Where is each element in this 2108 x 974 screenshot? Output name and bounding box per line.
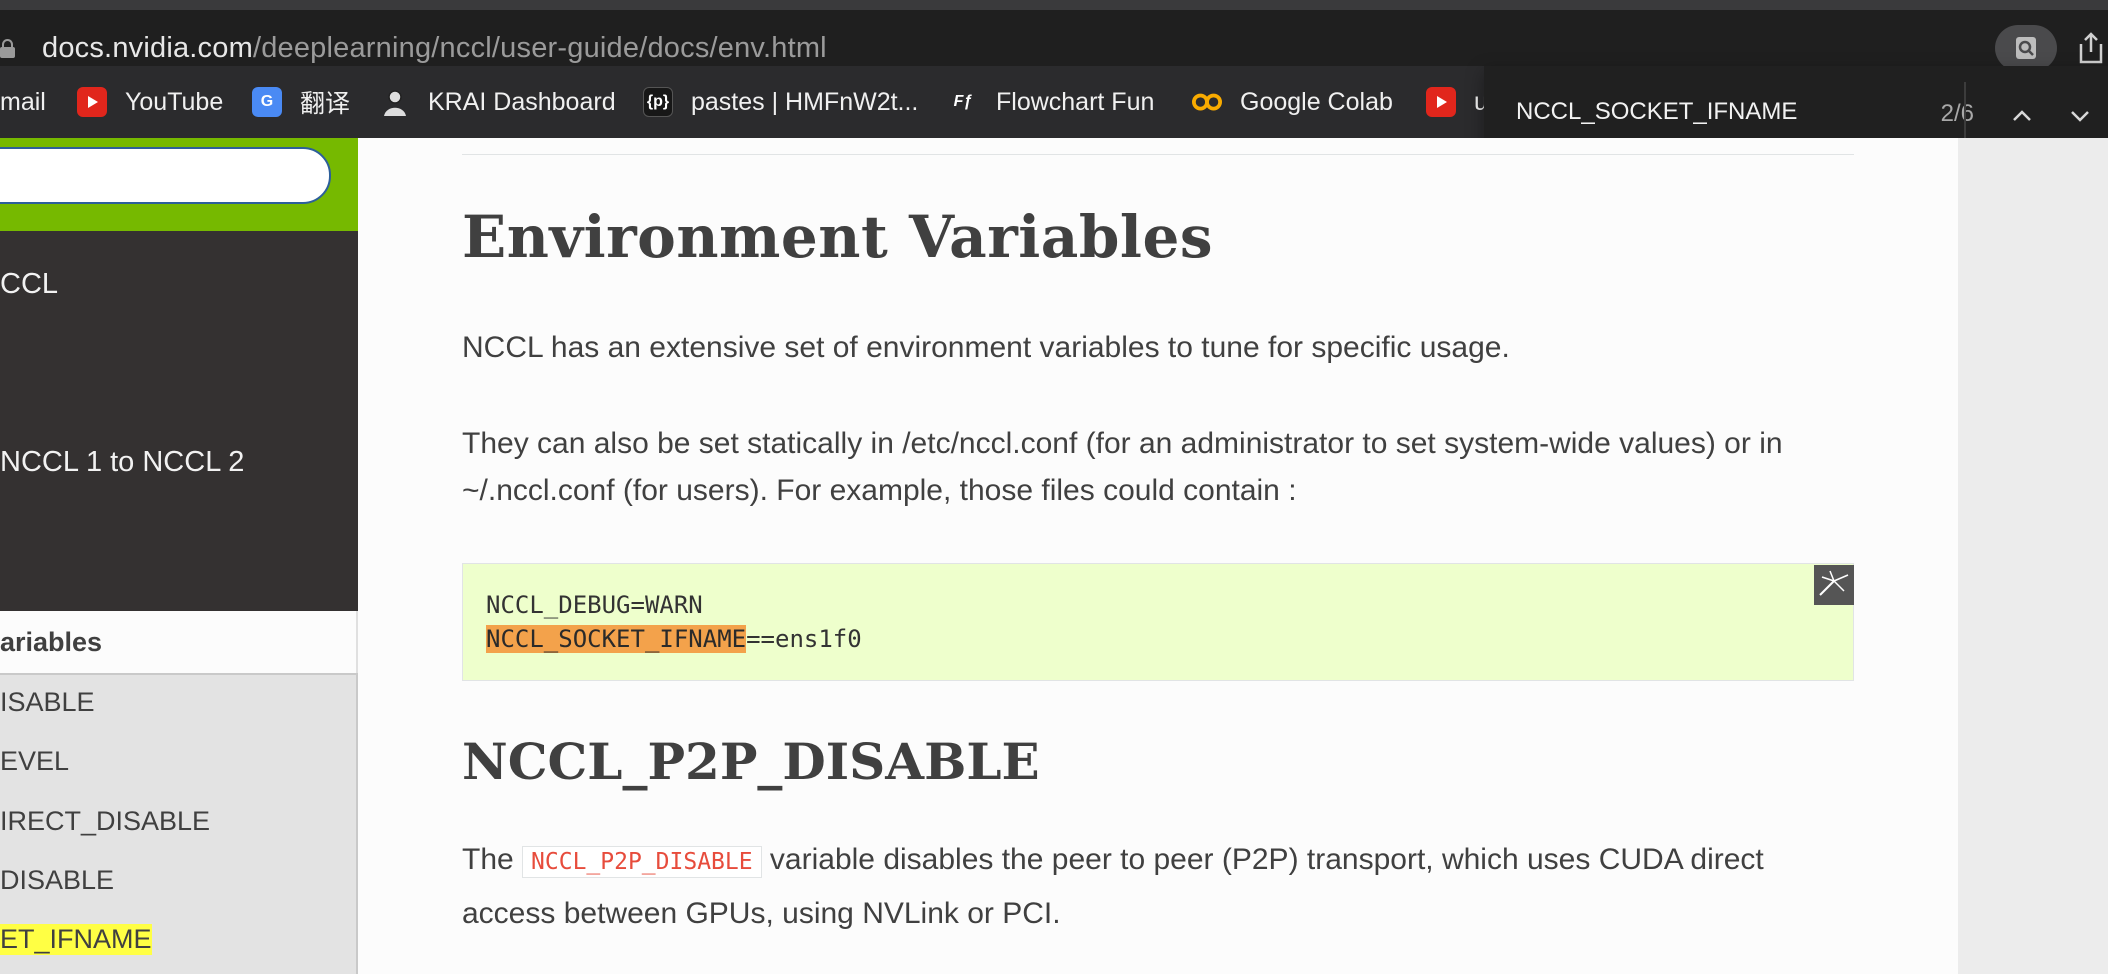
section-text-before: The (462, 843, 523, 876)
sidebar-subitem[interactable]: EVEL (0, 746, 69, 777)
sidebar-subitem[interactable]: IRECT_DISABLE (0, 806, 210, 837)
bookmark-flowchart-fun[interactable]: Fƒ Flowchart Fun (948, 66, 1155, 138)
reader-search-icon (2016, 37, 2036, 59)
breadcrumb-divider (462, 154, 1854, 155)
bookmark-krai-dashboard[interactable]: KRAI Dashboard (380, 66, 616, 138)
bookmark-google-colab[interactable]: Google Colab (1192, 66, 1393, 138)
section-title: NCCL_P2P_DISABLE (462, 732, 1040, 791)
krai-avatar-icon (380, 87, 410, 117)
url-path: /deeplearning/nccl/user-guide/docs/env.h… (252, 32, 827, 64)
bookmark-label: YouTube (125, 87, 224, 116)
find-highlight: NCCL_SOCKET_IFNAME (486, 625, 747, 653)
intro-paragraph: NCCL has an extensive set of environment… (462, 331, 1510, 364)
chevron-up-icon (2013, 110, 2031, 121)
sidebar-subitem[interactable]: DISABLE (0, 865, 114, 896)
inline-code: NCCL_P2P_DISABLE (522, 846, 762, 878)
bookmark-label: KRAI Dashboard (428, 87, 616, 116)
google-translate-icon: G (252, 87, 282, 117)
chevron-down-icon (2071, 111, 2089, 122)
code-line-1: NCCL_DEBUG=WARN (486, 591, 703, 619)
sidebar-subitems: ISABLE EVEL IRECT_DISABLE DISABLE ET_IFN… (0, 673, 358, 974)
youtube-icon (1426, 87, 1456, 117)
code-text: NCCL_DEBUG=WARN NCCL_SOCKET_IFNAME==ens1… (486, 588, 862, 656)
bookmark-pastes[interactable]: {p} pastes | HMFnW2t... (643, 66, 918, 138)
bookmark-translate[interactable]: G 翻译 (252, 66, 350, 138)
sidebar-item-current[interactable]: ariables (0, 611, 358, 673)
docs-search-input[interactable] (0, 147, 331, 204)
window-top-strip (0, 0, 2108, 10)
bookmark-label: mail (0, 87, 46, 116)
url-host: docs.nvidia.com (42, 32, 253, 64)
sidebar-subitem[interactable]: ISABLE (0, 687, 95, 718)
find-match-count: 2/6 (1940, 100, 1974, 127)
find-input[interactable] (1516, 92, 1896, 132)
google-colab-icon (1192, 87, 1222, 117)
address-bar[interactable]: docs.nvidia.com/deeplearning/nccl/user-g… (0, 10, 2108, 71)
copy-button[interactable] (1814, 565, 1854, 605)
docs-sidebar: CCL NCCL 1 to NCCL 2 ariables ISABLE EVE… (0, 138, 358, 974)
sidebar-item-nccl[interactable]: CCL (0, 268, 58, 301)
bookmark-youtube[interactable]: YouTube (77, 66, 223, 138)
code-block[interactable]: NCCL_DEBUG=WARN NCCL_SOCKET_IFNAME==ens1… (462, 563, 1854, 681)
config-paragraph: They can also be set statically in /etc/… (462, 427, 1783, 507)
right-gutter (1958, 138, 2108, 974)
bookmark-label: pastes | HMFnW2t... (691, 87, 919, 116)
lock-icon (0, 39, 15, 59)
find-next-button[interactable] (2062, 100, 2098, 130)
bookmark-label: Flowchart Fun (996, 87, 1155, 116)
page-title: Environment Variables (462, 203, 1214, 271)
flowchart-fun-icon: Fƒ (953, 93, 973, 110)
section-paragraph: The NCCL_P2P_DISABLE variable disables t… (462, 834, 1862, 940)
url-text[interactable]: docs.nvidia.com/deeplearning/nccl/user-g… (42, 32, 827, 65)
sidebar-subitem-highlighted[interactable]: ET_IFNAME (0, 924, 152, 955)
bookmark-label: Google Colab (1240, 87, 1393, 116)
youtube-icon (77, 87, 107, 117)
find-previous-button[interactable] (2004, 100, 2040, 130)
bookmark-mail[interactable]: mail (0, 66, 46, 138)
share-icon (2079, 32, 2103, 64)
bookmark-youtube-2[interactable]: u (1426, 66, 1488, 138)
copy-icon (1819, 570, 1849, 596)
code-line-2-rest: ==ens1f0 (746, 625, 862, 653)
sidebar-item-migrating[interactable]: NCCL 1 to NCCL 2 (0, 446, 244, 479)
bookmark-label: 翻译 (300, 90, 351, 118)
find-divider (1964, 82, 1966, 146)
share-button[interactable] (2076, 30, 2106, 66)
reader-mode-button[interactable] (1995, 25, 2057, 71)
pastes-icon: {p} (643, 87, 673, 117)
sidebar-search-area (0, 138, 358, 231)
